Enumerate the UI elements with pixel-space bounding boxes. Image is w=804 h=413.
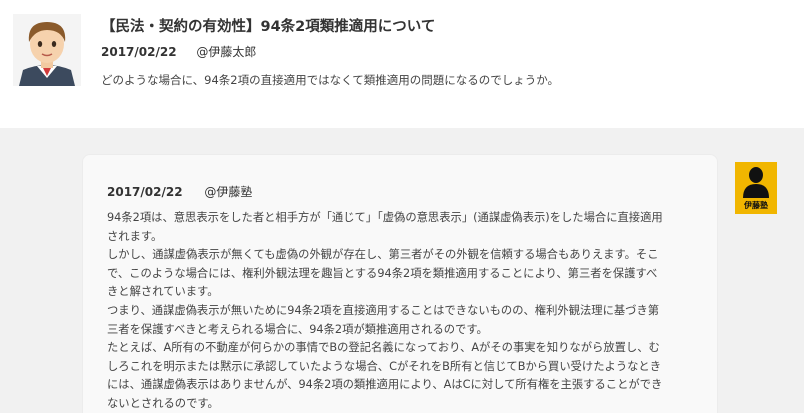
- user-avatar-icon[interactable]: [13, 14, 81, 86]
- answer-line: きと解されています。: [107, 285, 219, 299]
- question-body: どのような場合に、94条2項の直接適用ではなくて類推適用の問題になるのでしょうか…: [101, 73, 560, 87]
- answer-line: 三者を保護すべきと考えられる場合に、94条2項が類推適用されるのです。: [107, 322, 488, 336]
- answer-card: 2017/02/22 @伊藤塾 94条2項は、意思表示をした者と相手方が「通じて…: [82, 154, 718, 413]
- answer-line: には、通謀虚偽表示はありませんが、94条2項の類推適用により、AはCに対して所有…: [107, 378, 663, 392]
- answer-line: つまり、通謀虚偽表示が無いために94条2項を直接適用することはできないものの、権…: [107, 303, 660, 317]
- user-avatar-illustration: [13, 14, 81, 86]
- answer-body: 94条2項は、意思表示をした者と相手方が「通じて」「虚偽の意思表示」(通謀虚偽表…: [107, 209, 701, 413]
- answer-meta: 2017/02/22 @伊藤塾: [107, 183, 252, 200]
- answer-line: しろこれを明示または黙示に承認していたような場合、CがそれをB所有と信じてBから…: [107, 359, 662, 373]
- answer-section: 2017/02/22 @伊藤塾 94条2項は、意思表示をした者と相手方が「通じて…: [0, 128, 804, 413]
- answer-line: たとえば、A所有の不動産が何らかの事情でBの登記名義になっており、Aがその事実を…: [107, 341, 660, 355]
- question-meta: 2017/02/22 @伊藤太郎: [101, 43, 256, 60]
- answer-author[interactable]: @伊藤塾: [204, 185, 252, 199]
- answer-line: されます。: [107, 229, 163, 243]
- answer-date: 2017/02/22: [107, 185, 183, 199]
- question-date: 2017/02/22: [101, 45, 177, 59]
- question-title[interactable]: 【民法・契約の有効性】94条2項類推適用について: [101, 15, 435, 36]
- answer-line: 94条2項は、意思表示をした者と相手方が「通じて」「虚偽の意思表示」(通謀虚偽表…: [107, 211, 663, 224]
- question-section: 【民法・契約の有効性】94条2項類推適用について 2017/02/22 @伊藤太…: [0, 0, 804, 128]
- answerer-avatar[interactable]: 伊藤塾: [735, 162, 777, 214]
- answer-line: しかし、通謀虚偽表示が無くても虚偽の外観が存在し、第三者がその外観を信頼する場合…: [107, 248, 659, 262]
- answer-line: ないとされるのです。: [107, 396, 219, 410]
- question-author[interactable]: @伊藤太郎: [196, 45, 256, 59]
- person-silhouette-icon: [743, 167, 769, 198]
- answerer-avatar-label: 伊藤塾: [744, 201, 768, 210]
- answer-line: で、このような場合には、権利外観法理を趣旨とする94条2項を類推適用することによ…: [107, 266, 658, 280]
